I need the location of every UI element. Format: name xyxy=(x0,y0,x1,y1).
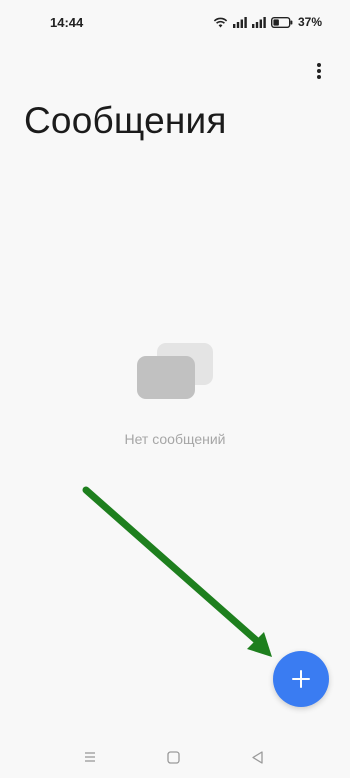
home-icon xyxy=(166,750,180,764)
battery-icon xyxy=(270,16,293,28)
new-message-button[interactable] xyxy=(273,651,329,707)
messages-empty-icon xyxy=(137,343,213,399)
plus-icon xyxy=(292,670,310,688)
back-button[interactable] xyxy=(246,746,268,768)
wifi-icon xyxy=(213,17,228,28)
more-options-button[interactable] xyxy=(306,58,332,84)
navigation-bar xyxy=(0,740,350,774)
back-icon xyxy=(251,750,263,764)
recent-apps-button[interactable] xyxy=(79,746,101,768)
signal-icon xyxy=(251,16,266,28)
page-title: Сообщения xyxy=(24,100,227,141)
empty-state-text: Нет сообщений xyxy=(124,431,226,447)
status-bar: 14:44 37% xyxy=(0,0,350,44)
battery-percent: 37% xyxy=(297,15,322,29)
more-vertical-icon xyxy=(317,63,321,79)
menu-icon xyxy=(85,752,95,762)
home-button[interactable] xyxy=(162,746,184,768)
status-time: 14:44 xyxy=(50,15,84,30)
signal-icon xyxy=(232,16,247,28)
status-icons: 37% xyxy=(213,14,322,30)
